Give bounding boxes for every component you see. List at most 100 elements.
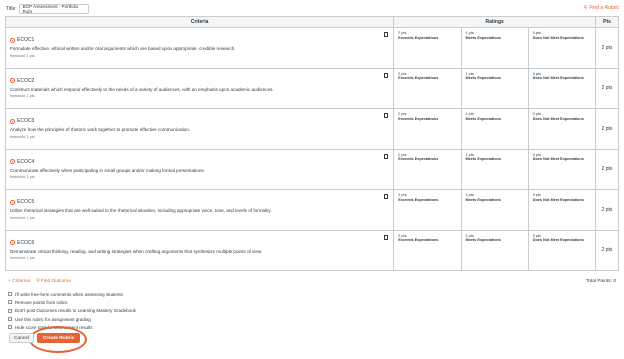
criterion-description: Communicate effectively when participati… (10, 167, 205, 173)
option-label: Use this rubric for assignment grading (15, 316, 91, 322)
rating-cell[interactable]: 1 pts Meets Expectations (460, 68, 528, 108)
rating-cell[interactable]: 2 pts Exceeds Expectations (394, 150, 460, 190)
criterion-row: ECOC6 Demonstrate critical thinking, rea… (4, 229, 619, 271)
search-icon: ⚲ (36, 279, 40, 284)
points-cell[interactable]: 2 pts (595, 229, 619, 271)
rating-label: Does Not Meet Expectations (532, 35, 584, 40)
trash-icon[interactable] (384, 194, 389, 199)
trash-icon[interactable] (384, 153, 389, 159)
option-remove-points[interactable]: Remove points from rubric (8, 298, 136, 306)
points-cell[interactable]: 2 pts (595, 148, 619, 190)
ratings-cell: 2 pts Exceeds Expectations 1 pts Meets E… (393, 189, 597, 231)
criterion-description: Utilize rhetorical strategies that are w… (10, 208, 272, 213)
criteria-header: Criteria (4, 16, 395, 28)
outcome-icon (10, 240, 15, 245)
criterion-cell: ECOC3 Analyze how the principles of rhet… (4, 108, 395, 150)
rating-label: Meets Expectations (465, 116, 501, 121)
ratings-cell: 2 pts Exceeds Expectations 1 pts Meets E… (393, 27, 597, 69)
criterion-threshold: threshold: 1 pts (10, 134, 35, 139)
find-rubric-label: Find a Rubric (589, 5, 619, 11)
rating-cell[interactable]: 1 pts Meets Expectations (460, 28, 528, 68)
rating-label: Does Not Meet Expectations (532, 116, 584, 121)
rating-cell[interactable]: 2 pts Exceeds Expectations (394, 109, 460, 149)
rating-label: Exceeds Expectations (398, 35, 439, 40)
create-rubric-button[interactable]: Create Rubric (36, 333, 81, 343)
outcome-icon (10, 159, 15, 164)
checkbox[interactable] (8, 292, 12, 297)
rating-cell[interactable]: 0 pts Does Not Meet Expectations (527, 149, 595, 189)
ratings-cell: 2 pts Exceeds Expectations 1 pts Meets E… (393, 229, 597, 271)
criterion-description: Demonstrate critical thinking, reading, … (10, 248, 263, 254)
option-label: I'll write free-form comments when asses… (15, 291, 123, 297)
criterion-threshold: threshold: 1 pts (10, 215, 35, 220)
rating-label: Exceeds Expectations (398, 116, 439, 121)
rating-cell[interactable]: 2 pts Exceeds Expectations (394, 231, 460, 271)
criterion-description: Formulate effective, ethical written and… (10, 46, 236, 51)
criterion-code: ECOC6 (17, 239, 35, 246)
rating-cell[interactable]: 1 pts Meets Expectations (460, 230, 528, 270)
rating-cell[interactable]: 2 pts Exceeds Expectations (394, 69, 460, 109)
criterion-description: Analyze how the principles of rhetoric w… (10, 127, 191, 132)
option-free-form-comments[interactable]: I'll write free-form comments when asses… (8, 290, 136, 298)
cancel-button[interactable]: Cancel (9, 333, 34, 343)
action-buttons: Cancel Create Rubric (9, 333, 81, 343)
criterion-row: ECOC5 Utilize rhetorical strategies that… (4, 189, 619, 231)
outcome-icon (10, 118, 15, 124)
criterion-threshold: threshold: 1 pts (10, 53, 35, 58)
criterion-code: ECOC3 (17, 118, 35, 124)
rating-label: Meets Expectations (465, 35, 501, 40)
criterion-threshold: threshold: 1 pts (10, 94, 35, 98)
checkbox[interactable] (8, 300, 12, 305)
checkbox[interactable] (8, 308, 12, 313)
find-outcome-label: Find Outcome (40, 279, 71, 284)
criterion-code: ECOC5 (17, 199, 35, 205)
rating-cell[interactable]: 1 pts Meets Expectations (460, 149, 528, 189)
rating-cell[interactable]: 2 pts Exceeds Expectations (394, 190, 460, 230)
option-dont-post-outcomes[interactable]: Don't post Outcomes results to Learning … (8, 307, 136, 315)
criterion-threshold: threshold: 1 pts (10, 175, 35, 179)
search-icon: ⚲ (583, 5, 588, 11)
rating-label: Exceeds Expectations (398, 197, 439, 202)
rating-cell[interactable]: 0 pts Does Not Meet Expectations (527, 230, 595, 270)
criterion-cell: ECOC1 Formulate effective, ethical writt… (4, 27, 395, 69)
rating-cell[interactable]: 2 pts Exceeds Expectations (394, 28, 460, 68)
title-row: Title: BGP Assessment - Portfolio Rubr (6, 3, 89, 15)
trash-icon[interactable] (384, 234, 389, 240)
rating-label: Exceeds Expectations (398, 76, 439, 81)
find-outcome-button[interactable]: ⚲ Find Outcome (36, 279, 71, 284)
rating-label: Does Not Meet Expectations (532, 197, 584, 202)
add-criterion-button[interactable]: + Criterion (8, 279, 30, 284)
rating-cell[interactable]: 0 pts Does Not Meet Expectations (527, 109, 595, 149)
rating-cell[interactable]: 0 pts Does Not Meet Expectations (527, 190, 595, 230)
criterion-code: ECOC1 (17, 37, 35, 43)
title-label: Title: (6, 6, 17, 12)
criterion-row: ECOC3 Analyze how the principles of rhet… (4, 108, 619, 150)
option-label: Remove points from rubric (15, 299, 68, 305)
points-cell[interactable]: 2 pts (595, 189, 619, 231)
trash-icon[interactable] (384, 113, 389, 118)
find-rubric-link[interactable]: ⚲ Find a Rubric (584, 5, 619, 11)
rubric-title-input[interactable]: BGP Assessment - Portfolio Rubr (18, 4, 89, 14)
criterion-threshold: threshold: 1 pts (10, 256, 35, 260)
ratings-cell: 2 pts Exceeds Expectations 1 pts Meets E… (393, 67, 597, 109)
criterion-row: ECOC1 Formulate effective, ethical writt… (4, 27, 619, 69)
checkbox[interactable] (8, 317, 12, 322)
rubric-footer: + Criterion ⚲ Find Outcome Total Points:… (5, 276, 619, 287)
outcome-icon (10, 199, 15, 205)
ratings-cell: 2 pts Exceeds Expectations 1 pts Meets E… (393, 148, 597, 190)
points-cell[interactable]: 2 pts (595, 108, 619, 150)
rating-cell[interactable]: 0 pts Does Not Meet Expectations (527, 68, 595, 108)
option-use-for-grading[interactable]: Use this rubric for assignment grading (8, 315, 136, 323)
rating-cell[interactable]: 1 pts Meets Expectations (460, 109, 528, 149)
rating-cell[interactable]: 1 pts Meets Expectations (460, 190, 528, 230)
trash-icon[interactable] (384, 32, 389, 37)
rating-label: Meets Expectations (465, 157, 501, 162)
rating-cell[interactable]: 0 pts Does Not Meet Expectations (527, 28, 595, 68)
total-points: Total Points: 0 (585, 279, 616, 284)
rubric-table: Criteria Ratings Pts ECOC1 Formulate eff… (4, 16, 619, 271)
checkbox[interactable] (8, 325, 12, 330)
points-cell[interactable]: 2 pts (595, 27, 619, 69)
trash-icon[interactable] (384, 72, 389, 78)
points-cell[interactable]: 2 pts (595, 67, 619, 109)
criterion-row: ECOC4 Communicate effectively when parti… (4, 148, 619, 190)
